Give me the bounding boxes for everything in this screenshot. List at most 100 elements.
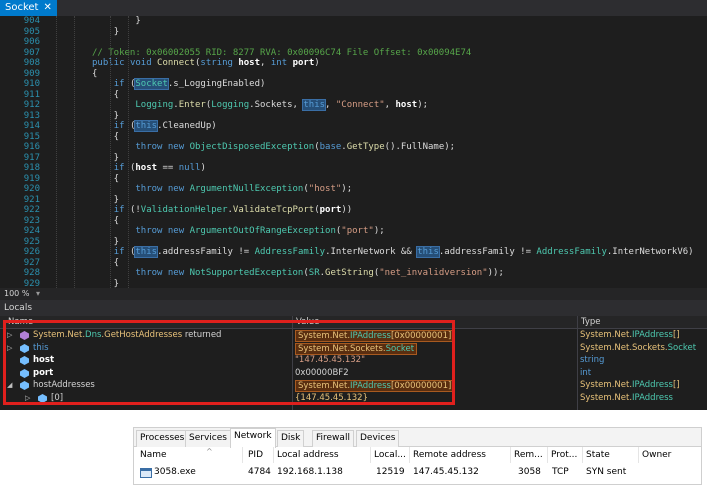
code-text: throw new ArgumentOutOfRangeException("p… (135, 226, 385, 236)
column-type[interactable]: Type (581, 316, 601, 328)
code-line: 928 throw new NotSupportedException(SR.G… (0, 268, 707, 279)
line-number: 916 (23, 142, 40, 152)
header-owner[interactable]: Owner (642, 447, 671, 463)
zoom-level[interactable]: 100 % (4, 288, 29, 300)
code-text: } (92, 152, 120, 163)
editor-status-row: 100 % ▾ (0, 288, 707, 300)
code-line: 913 } (0, 111, 707, 122)
tab-socket[interactable]: Socket ✕ (0, 0, 57, 16)
line-number: 914 (23, 121, 40, 131)
line-number: 921 (23, 194, 40, 205)
code-text: { (92, 215, 120, 226)
code-text: } (113, 26, 120, 37)
code-line: 916 throw new ObjectDisposedException(ba… (0, 142, 707, 153)
network-table-header: Name ^ PID Local address Local... Remote… (134, 447, 701, 463)
code-text: public void Connect(string host, int por… (92, 58, 320, 68)
line-number: 904 (23, 16, 40, 26)
code-line: 924 throw new ArgumentOutOfRangeExceptio… (0, 226, 707, 237)
line-number: 924 (23, 226, 40, 236)
line-number: 919 (23, 173, 40, 184)
line-number: 920 (23, 184, 40, 194)
line-number: 911 (23, 89, 40, 100)
task-manager-tabs: Processes Services Network Disk Firewall Devi… (134, 428, 701, 448)
line-number: 907 (23, 47, 40, 58)
code-line: 908 public void Connect(string host, int … (0, 58, 707, 69)
tab-network[interactable]: Network (230, 428, 276, 448)
row-name: 3058.exe (154, 467, 196, 477)
code-text: { (92, 68, 98, 79)
code-text: } (92, 236, 120, 247)
tab-devices[interactable]: Devices (356, 430, 400, 447)
code-line: 910 if (Socket.s_LoggingEnabled) (0, 78, 707, 90)
header-divider (582, 447, 583, 463)
table-row[interactable]: 3058.exe 4784 192.168.1.138 12519 147.45… (134, 464, 701, 480)
code-line: 922 if (!ValidationHelper.ValidateTcpPor… (0, 205, 707, 216)
code-line: 911 { (0, 90, 707, 101)
tab-label: Socket (5, 2, 39, 13)
locals-panel-title: Locals (0, 300, 707, 316)
code-line: 921 } (0, 195, 707, 206)
code-line: 927 { (0, 258, 707, 269)
code-text: if (this.addressFamily != AddressFamily.… (113, 246, 694, 258)
code-text: { (92, 131, 120, 142)
task-manager-panel: Processes Services Network Disk Firewall Devi… (133, 427, 702, 485)
code-line: 905 } (0, 27, 707, 38)
row-local-address: 192.168.1.138 (277, 467, 343, 477)
header-local-address[interactable]: Local address (277, 447, 339, 463)
tab-disk[interactable]: Disk (277, 430, 305, 447)
chevron-down-icon[interactable]: ▾ (36, 288, 40, 300)
code-line: 907 // Token: 0x06002055 RID: 8277 RVA: 0… (0, 48, 707, 59)
code-line: 926 if (this.addressFamily != AddressFam… (0, 246, 707, 258)
code-text: { (92, 89, 120, 100)
header-divider (242, 447, 243, 463)
local-type: System.Net.IPAddress[] (580, 330, 680, 340)
line-number: 928 (23, 268, 40, 278)
header-state[interactable]: State (586, 447, 610, 463)
code-line: 914 if (this.CleanedUp) (0, 120, 707, 132)
code-text: { (92, 173, 120, 184)
line-number: 925 (23, 236, 40, 247)
line-number: 913 (23, 110, 40, 121)
header-name[interactable]: Name (140, 447, 167, 463)
line-number: 908 (23, 58, 40, 68)
tab-services[interactable]: Services (185, 430, 231, 447)
close-icon[interactable]: ✕ (43, 0, 51, 16)
code-line: 920 throw new ArgumentNullException("hos… (0, 184, 707, 195)
indent-guide (56, 16, 57, 288)
line-number: 906 (23, 37, 40, 47)
header-remote-address[interactable]: Remote address (413, 447, 486, 463)
line-number: 927 (23, 257, 40, 268)
code-line: 919 { (0, 174, 707, 185)
local-type: string (580, 355, 605, 365)
header-pid[interactable]: PID (248, 447, 263, 463)
indent-guide (74, 16, 75, 288)
tab-firewall[interactable]: Firewall (312, 430, 354, 447)
highlight-annotation (3, 320, 455, 405)
code-text: { (92, 257, 120, 268)
code-line: 912 Logging.Enter(Logging.Sockets, this,… (0, 99, 707, 111)
ide-window: Socket ✕ 904 } 905 } 906 907// Token: 0x060… (0, 0, 707, 410)
code-line: 918 if (host == null) (0, 163, 707, 174)
indent-guide (110, 16, 111, 288)
header-divider (370, 447, 371, 463)
line-number: 917 (23, 152, 40, 163)
code-text: throw new NotSupportedException(SR.GetSt… (135, 268, 504, 278)
header-protocol[interactable]: Prot... (551, 447, 577, 463)
row-local-port: 12519 (376, 467, 405, 477)
line-number: 926 (23, 247, 40, 257)
document-tab-bar: Socket ✕ (0, 0, 707, 16)
row-pid: 4784 (248, 467, 271, 477)
line-number: 910 (23, 79, 40, 89)
code-line: 925 } (0, 237, 707, 248)
code-editor[interactable]: 904 } 905 } 906 907// Token: 0x06002055 RID… (0, 16, 707, 288)
code-text: if (Socket.s_LoggingEnabled) (113, 78, 266, 90)
local-type: System.Net.IPAddress[] (580, 380, 680, 390)
code-line: 906 (0, 37, 707, 48)
row-remote-port: 3058 (518, 467, 541, 477)
code-line: 923 { (0, 216, 707, 227)
line-number: 915 (23, 131, 40, 142)
locals-title: Locals (4, 303, 33, 313)
header-remote-port[interactable]: Rem... (514, 447, 543, 463)
tab-processes[interactable]: Processes (136, 430, 189, 447)
header-local-port[interactable]: Local... (374, 447, 406, 463)
